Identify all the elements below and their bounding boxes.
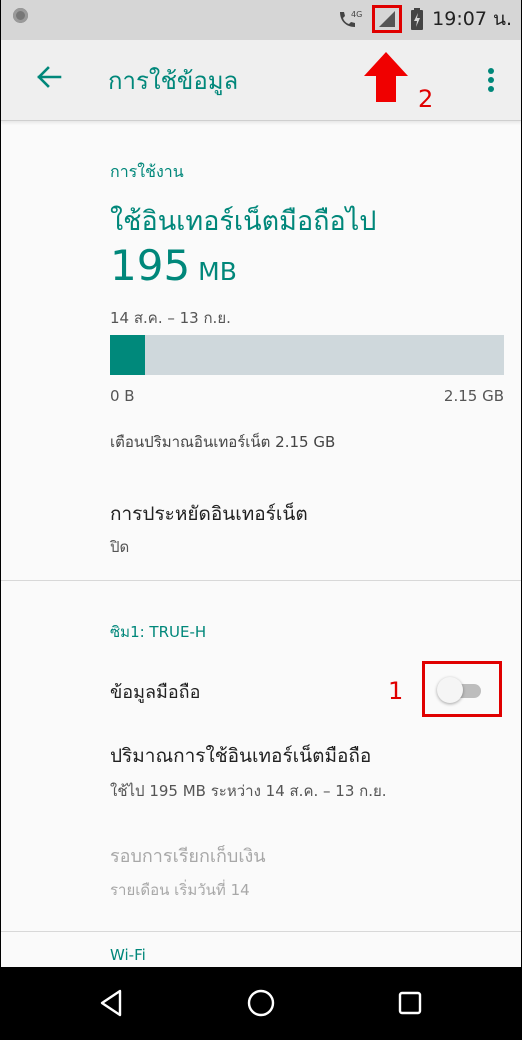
- usage-section-label: การใช้งาน: [110, 162, 184, 181]
- usage-amount-value: 195: [110, 241, 191, 290]
- call-4g-icon: 4G: [340, 10, 362, 27]
- network-badge: 4G: [351, 10, 362, 19]
- mobile-data-label[interactable]: ข้อมูลมือถือ: [110, 677, 200, 706]
- usage-amount: 195 MB: [110, 242, 237, 296]
- mobile-data-toggle-thumb[interactable]: [437, 677, 463, 703]
- recents-square-icon[interactable]: [394, 987, 426, 1019]
- data-saver-value: ปิด: [110, 538, 130, 556]
- mobile-usage-subtitle: ใช้ไป 195 MB ระหว่าง 14 ส.ค. – 13 ก.ย.: [110, 782, 387, 800]
- signal-highlight-box: [372, 5, 403, 33]
- signal-icon: [379, 11, 396, 27]
- back-arrow-icon[interactable]: [34, 62, 64, 92]
- billing-cycle-subtitle: รายเดือน เริ่มวันที่ 14: [110, 881, 250, 899]
- status-time: 19:07 น.: [432, 8, 512, 30]
- status-bar: 4G 19:07 น.: [0, 0, 522, 40]
- mobile-usage-title[interactable]: ปริมาณการใช้อินเทอร์เน็ตมือถือ: [110, 741, 371, 771]
- annotation-label-1: 1: [388, 677, 404, 705]
- wifi-header: Wi-Fi: [110, 946, 146, 964]
- back-triangle-icon[interactable]: [96, 987, 128, 1019]
- usage-period: 14 ส.ค. – 13 ก.ย.: [110, 309, 231, 327]
- usage-amount-unit: MB: [198, 257, 237, 286]
- usage-progress-bar: [110, 335, 504, 375]
- app-bar: การใช้ข้อมูล: [0, 40, 522, 121]
- sim-header: ซิม1: TRUE-H: [110, 623, 207, 641]
- annotation-label-2: 2: [418, 85, 434, 113]
- battery-charging-icon: [411, 8, 424, 30]
- usage-progress-fill: [110, 335, 146, 375]
- data-saver-title[interactable]: การประหยัดอินเทอร์เน็ต: [110, 499, 308, 529]
- notification-dot-icon: [13, 8, 28, 23]
- toggle-highlight-box: [422, 661, 502, 717]
- data-warning: เตือนปริมาณอินเทอร์เน็ต 2.15 GB: [110, 433, 336, 451]
- annotation-up-arrow-icon: [364, 52, 408, 102]
- navigation-bar: [0, 967, 522, 1040]
- more-vert-icon[interactable]: [488, 68, 496, 92]
- billing-cycle-title: รอบการเรียกเก็บเงิน: [110, 846, 266, 867]
- page-title: การใช้ข้อมูล: [108, 67, 239, 95]
- section-divider: [0, 931, 522, 932]
- status-icons: 4G 19:07 น.: [337, 5, 512, 33]
- home-circle-icon[interactable]: [245, 987, 277, 1019]
- section-divider: [0, 580, 522, 581]
- usage-title: ใช้อินเทอร์เน็ตมือถือไป: [110, 206, 377, 237]
- usage-bar-max: 2.15 GB: [443, 387, 504, 405]
- usage-bar-min: 0 B: [110, 387, 135, 405]
